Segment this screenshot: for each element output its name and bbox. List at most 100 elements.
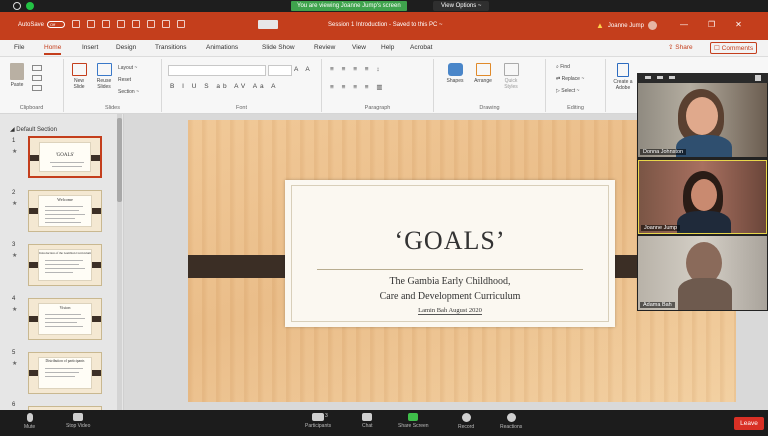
slide-author-line[interactable]: Lamin Bah August 2020 bbox=[285, 307, 615, 315]
slide-subtitle-line-1[interactable]: The Gambia Early Childhood, bbox=[285, 276, 615, 287]
thumb-title: 'GOALS' bbox=[55, 153, 75, 158]
tab-review[interactable]: Review bbox=[314, 44, 335, 51]
select-button[interactable]: ▷ Select ~ bbox=[556, 88, 579, 94]
thumb-card: Distribution of participants bbox=[38, 357, 92, 389]
gallery-minimize-icon[interactable] bbox=[645, 76, 651, 79]
view-options-button[interactable]: View Options ~ bbox=[433, 1, 490, 11]
gallery-view-icon[interactable] bbox=[669, 76, 675, 79]
slide-subtitle-line-2[interactable]: Care and Development Curriculum bbox=[285, 291, 615, 302]
gallery-header bbox=[637, 73, 768, 83]
font-grow-shrink-controls[interactable]: A A bbox=[294, 66, 313, 73]
section-header[interactable]: ◢ Default Section bbox=[10, 126, 57, 133]
autosave-control[interactable]: AutoSave Off bbox=[18, 21, 66, 28]
comments-button[interactable]: ☐ Comments bbox=[710, 42, 758, 54]
mute-button[interactable]: Mute bbox=[24, 413, 35, 430]
slide-thumbnail[interactable]: 'GOALS' bbox=[28, 136, 102, 178]
group-font: A A B I U S ab AV Aa A Font bbox=[162, 59, 322, 112]
autosave-toggle[interactable]: Off bbox=[47, 21, 66, 28]
participant-name: Joanne Jump bbox=[641, 225, 681, 231]
microphone-icon bbox=[26, 413, 33, 422]
minimize-icon[interactable]: — bbox=[680, 20, 688, 29]
paste-button[interactable]: Paste bbox=[6, 63, 28, 88]
slide-thumbnail[interactable]: Vision bbox=[28, 298, 102, 340]
redo-icon[interactable] bbox=[102, 20, 110, 28]
adobe-pdf-icon bbox=[617, 63, 629, 77]
reset-button[interactable]: Reset bbox=[118, 77, 131, 83]
share-button[interactable]: ⇪ Share bbox=[668, 43, 693, 51]
reuse-slides-icon bbox=[96, 63, 112, 76]
tab-file[interactable]: File bbox=[14, 44, 24, 51]
format-painter-brush-icon[interactable] bbox=[32, 85, 42, 91]
section-button[interactable]: Section ~ bbox=[118, 89, 139, 95]
thumb-line bbox=[45, 326, 83, 327]
tab-animations[interactable]: Animations bbox=[206, 44, 238, 51]
transition-star-icon: ★ bbox=[12, 253, 18, 259]
tab-view[interactable]: View bbox=[352, 44, 366, 51]
thumb-line bbox=[45, 264, 79, 265]
reuse-slides-button[interactable]: Reuse Slides bbox=[93, 63, 115, 90]
thumb-line bbox=[45, 318, 85, 319]
tab-slide-show[interactable]: Slide Show bbox=[262, 44, 295, 51]
tab-insert[interactable]: Insert bbox=[82, 44, 98, 51]
replace-button[interactable]: ⇄ Replace ~ bbox=[556, 76, 584, 82]
reuse-slides-label: Reuse Slides bbox=[96, 78, 112, 90]
adobe-label: Adobe bbox=[615, 85, 631, 91]
thumbnail-scrollbar-thumb[interactable] bbox=[117, 118, 122, 202]
cut-icon[interactable] bbox=[32, 65, 42, 71]
quick-styles-button[interactable]: Quick Styles bbox=[498, 63, 524, 90]
thumb-card: 'GOALS' bbox=[39, 142, 91, 172]
shapes-button[interactable]: Shapes bbox=[442, 63, 468, 84]
copy-icon[interactable] bbox=[32, 75, 42, 81]
font-name-box[interactable] bbox=[168, 65, 266, 76]
undo-icon[interactable] bbox=[87, 20, 95, 28]
save-icon[interactable] bbox=[72, 20, 80, 28]
tab-design[interactable]: Design bbox=[116, 44, 136, 51]
leave-meeting-button[interactable]: Leave bbox=[734, 417, 764, 430]
stop-video-button[interactable]: Stop Video bbox=[66, 413, 90, 429]
slide-thumbnail[interactable]: Distribution of participants bbox=[28, 352, 102, 394]
tab-help[interactable]: Help bbox=[381, 44, 394, 51]
arrange-button[interactable]: Arrange bbox=[470, 63, 496, 84]
font-format-controls[interactable]: B I U S ab AV Aa A bbox=[170, 83, 278, 90]
share-screen-button[interactable]: Share Screen bbox=[398, 413, 429, 429]
participants-label: Participants bbox=[305, 423, 332, 429]
spell-check-icon[interactable] bbox=[162, 20, 170, 28]
record-button[interactable]: Record bbox=[458, 413, 474, 430]
maximize-icon[interactable]: ❐ bbox=[708, 20, 715, 29]
font-size-box[interactable] bbox=[268, 65, 292, 76]
participant-video[interactable]: Adama Bah bbox=[638, 236, 767, 310]
font-group-label: Font bbox=[235, 105, 247, 111]
slide-thumbnail[interactable]: Introduction of the Gambian Curriculum bbox=[28, 244, 102, 286]
present-icon[interactable] bbox=[117, 20, 125, 28]
layout-button[interactable]: Layout ~ bbox=[118, 65, 137, 71]
thumb-card: Introduction of the Gambian Curriculum bbox=[38, 249, 92, 281]
chat-button[interactable]: Chat bbox=[362, 413, 373, 429]
clipboard-group-label: Clipboard bbox=[19, 105, 44, 111]
new-slide-button[interactable]: New Slide bbox=[68, 63, 90, 90]
list-controls[interactable]: ≡ ≡ ≡ ≡ ↕ bbox=[330, 66, 383, 73]
tab-acrobat[interactable]: Acrobat bbox=[410, 44, 432, 51]
slide-thumbnail[interactable]: Welcome bbox=[28, 190, 102, 232]
find-button[interactable]: ⌕ Find bbox=[556, 64, 570, 70]
thumb-line bbox=[45, 322, 77, 323]
thumb-line bbox=[45, 260, 83, 261]
participant-video[interactable]: Donna Johnston bbox=[638, 83, 767, 157]
title-search-box[interactable] bbox=[258, 20, 278, 29]
user-account[interactable]: ▲ Joanne Jump bbox=[596, 21, 657, 30]
reactions-button[interactable]: Reactions bbox=[500, 413, 522, 430]
align-controls[interactable]: ≡ ≡ ≡ ≡ ▥ bbox=[330, 83, 386, 91]
tab-transitions[interactable]: Transitions bbox=[155, 44, 187, 51]
participant-video-active-speaker[interactable]: Joanne Jump bbox=[638, 160, 767, 234]
video-person-shoulders bbox=[678, 278, 732, 310]
gallery-expand-icon[interactable] bbox=[755, 75, 761, 81]
gallery-speaker-view-icon[interactable] bbox=[657, 76, 663, 79]
slide-title[interactable]: ‘GOALS’ bbox=[285, 226, 615, 256]
tab-home[interactable]: Home bbox=[44, 44, 62, 55]
format-painter-icon[interactable] bbox=[132, 20, 140, 28]
customize-qat-icon[interactable] bbox=[177, 20, 185, 28]
slide-title-card: ‘GOALS’ The Gambia Early Childhood, Care… bbox=[285, 180, 615, 327]
print-preview-icon[interactable] bbox=[147, 20, 155, 28]
thumb-line bbox=[45, 214, 85, 215]
close-icon[interactable]: ✕ bbox=[735, 20, 742, 29]
create-adobe-pdf-button[interactable]: Create a Adobe bbox=[608, 63, 638, 91]
